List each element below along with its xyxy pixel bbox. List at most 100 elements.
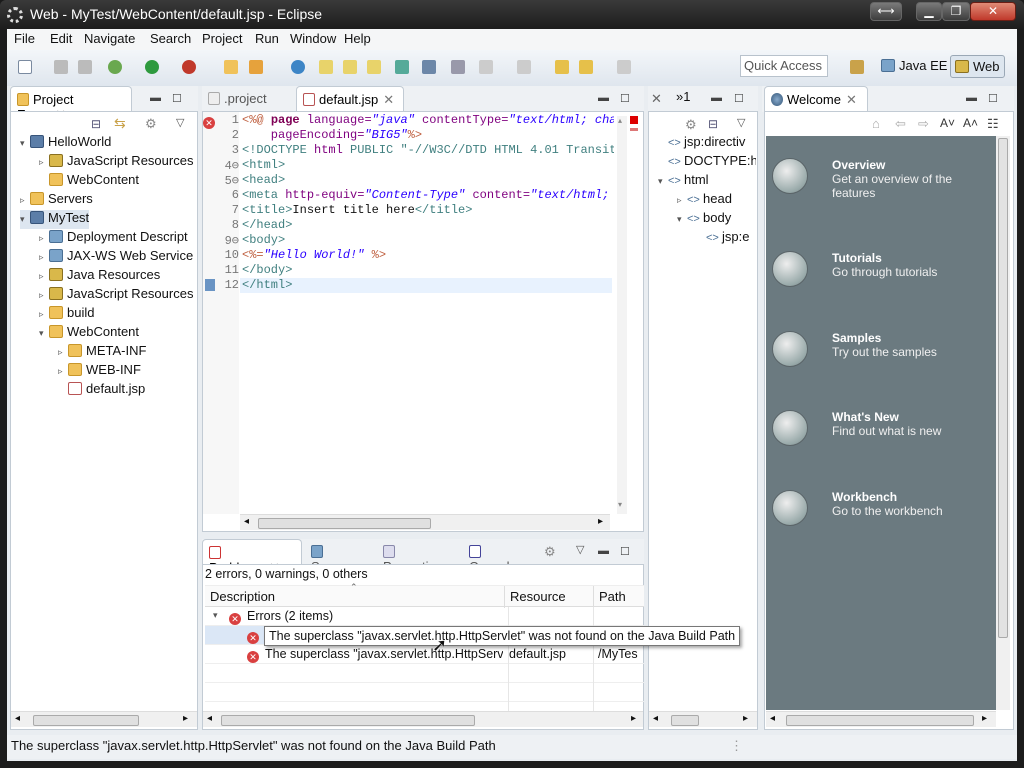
hscroll-thumb[interactable] [258,518,431,529]
welcome-vscroll[interactable] [996,136,1010,710]
scroll-up-icon[interactable]: ▴ [618,116,622,125]
welcome-item[interactable]: Workbench Go to the workbench [772,490,992,550]
expand-arrow-icon[interactable]: ▾ [677,214,687,225]
welcome-item[interactable]: Samples Try out the samples [772,331,992,391]
code-line[interactable]: <meta http-equiv="Content-Type" content=… [242,188,614,203]
scroll-right-icon[interactable]: ▸ [598,516,603,527]
expand-arrow-icon[interactable]: ▹ [39,309,49,320]
project-explorer-hscroll[interactable]: ◂ ▸ [11,711,197,727]
code-line[interactable]: <title>Insert title here</title> [242,203,614,218]
maximize-icon[interactable]: ☐ [620,545,630,558]
menu-window[interactable]: Window [290,31,336,46]
tree-item[interactable]: ▹ build [39,305,94,324]
tab-default-jsp[interactable]: default.jsp ✕ [296,86,404,112]
tree-item[interactable]: ▾ MyTest [20,210,90,229]
tab-welcome[interactable]: Welcome ✕ [764,86,868,112]
outline-item[interactable]: <> jsp:directiv [658,134,756,153]
expand-arrow-icon[interactable]: ▹ [39,290,49,301]
debug-icon[interactable] [108,60,122,74]
tab-console[interactable]: Console [463,539,537,574]
new-package-icon[interactable] [343,60,357,74]
maximize-icon[interactable]: ☐ [734,92,744,105]
welcome-item[interactable]: Overview Get an overview of the features [772,158,992,218]
tree-item[interactable]: WebContent [39,172,139,191]
editor-vscroll[interactable]: ▴ ▾ [617,116,627,514]
decrease-font-icon[interactable]: A˅ [940,116,955,130]
minimize-icon[interactable]: ▬ [598,92,609,104]
tree-item[interactable]: ▹ Java Resources [39,267,160,286]
outline-item[interactable]: ▾ <> html [658,172,756,191]
outline-item[interactable]: <> jsp:e [696,229,756,248]
link-editor-icon[interactable]: ⇆ [114,115,126,132]
maximize-icon[interactable]: ☐ [172,92,182,105]
scroll-right-icon[interactable]: ▸ [631,713,636,724]
menu-help[interactable]: Help [344,31,371,46]
external-tools-icon[interactable] [182,60,196,74]
run-icon[interactable] [145,60,159,74]
tree-item[interactable]: ▹ META-INF [58,343,146,362]
code-line[interactable]: <body> [242,233,614,248]
menu-project[interactable]: Project [202,31,242,46]
menu-run[interactable]: Run [255,31,279,46]
hscroll-thumb[interactable] [221,715,475,726]
expand-arrow-icon[interactable]: ▹ [58,347,68,358]
new-class-icon[interactable] [319,60,333,74]
menu-navigate[interactable]: Navigate [84,31,135,46]
code-line[interactable]: <%@ page language="java" contentType="te… [242,113,614,128]
tree-item[interactable]: ▾ HelloWorld [20,134,111,153]
welcome-item[interactable]: Tutorials Go through tutorials [772,251,992,311]
minimize-button[interactable]: ▁ [916,2,942,21]
minimize-icon[interactable]: ▬ [598,545,609,557]
tree-item[interactable]: ▹ Servers [20,191,93,210]
save-icon[interactable] [54,60,68,74]
collapse-all-icon[interactable]: ⊟ [91,117,101,131]
column-resource[interactable]: Resource [510,589,566,604]
code-line[interactable]: </head> [242,218,614,233]
overview-annotation[interactable] [630,128,638,131]
editor-hscroll[interactable]: ◂ ▸ [240,514,610,530]
open-folder-icon[interactable] [224,60,238,74]
expand-arrow-icon[interactable]: ▹ [677,195,687,206]
close-icon[interactable]: ✕ [846,92,857,107]
perspective-java-ee[interactable]: Java EE [877,55,951,78]
maximize-icon[interactable]: ☐ [620,92,630,105]
scroll-left-icon[interactable]: ◂ [244,516,249,527]
minimize-icon[interactable]: ▬ [966,92,977,104]
back-icon[interactable]: ⇦ [895,116,906,132]
close-icon[interactable]: ✕ [383,92,394,107]
code-line[interactable]: <head> [242,173,614,188]
last-edit-icon[interactable] [555,60,569,74]
scroll-right-icon[interactable]: ▸ [982,713,987,724]
column-path[interactable]: Path [599,589,626,604]
open-perspective-icon[interactable] [850,60,864,74]
menu-search[interactable]: Search [150,31,191,46]
forward-icon[interactable] [617,60,631,74]
quick-access-field[interactable]: Quick Access [740,55,828,77]
skip-breakpoints-icon[interactable] [451,60,465,74]
tree-item[interactable]: ▹ JavaScript Resources [39,286,193,305]
close-window-button[interactable]: ✕ [970,2,1016,21]
tree-item[interactable]: default.jsp [58,381,145,400]
expand-arrow-icon[interactable]: ▹ [39,157,49,168]
expand-arrow-icon[interactable]: ▹ [58,366,68,377]
more-views-icon[interactable]: »1 [676,89,690,104]
filter-icon[interactable]: ⚙ [544,544,556,560]
new-file-icon[interactable] [367,60,381,74]
prev-annotation-icon[interactable] [517,60,531,74]
menu-edit[interactable]: Edit [50,31,72,46]
save-all-icon[interactable] [78,60,92,74]
expand-arrow-icon[interactable]: ▾ [20,138,30,149]
tree-item[interactable]: ▹ JAX-WS Web Service [39,248,193,267]
tree-item[interactable]: ▹ JavaScript Resources [39,153,193,172]
view-menu-icon[interactable]: ▽ [176,116,184,129]
scroll-left-icon[interactable]: ◂ [770,713,775,724]
outline-item[interactable]: ▹ <> head [677,191,756,210]
welcome-hscroll[interactable]: ◂ ▸ [766,711,996,727]
globe-icon[interactable] [291,60,305,74]
code-line[interactable]: <!DOCTYPE html PUBLIC "-//W3C//DTD HTML … [242,143,614,158]
expand-arrow-icon[interactable]: ▹ [39,271,49,282]
outline-item[interactable]: <> DOCTYPE:h [658,153,756,172]
next-annotation-icon[interactable] [479,60,493,74]
minimize-icon[interactable]: ▬ [150,92,161,104]
expand-arrow-icon[interactable]: ▾ [20,214,30,225]
